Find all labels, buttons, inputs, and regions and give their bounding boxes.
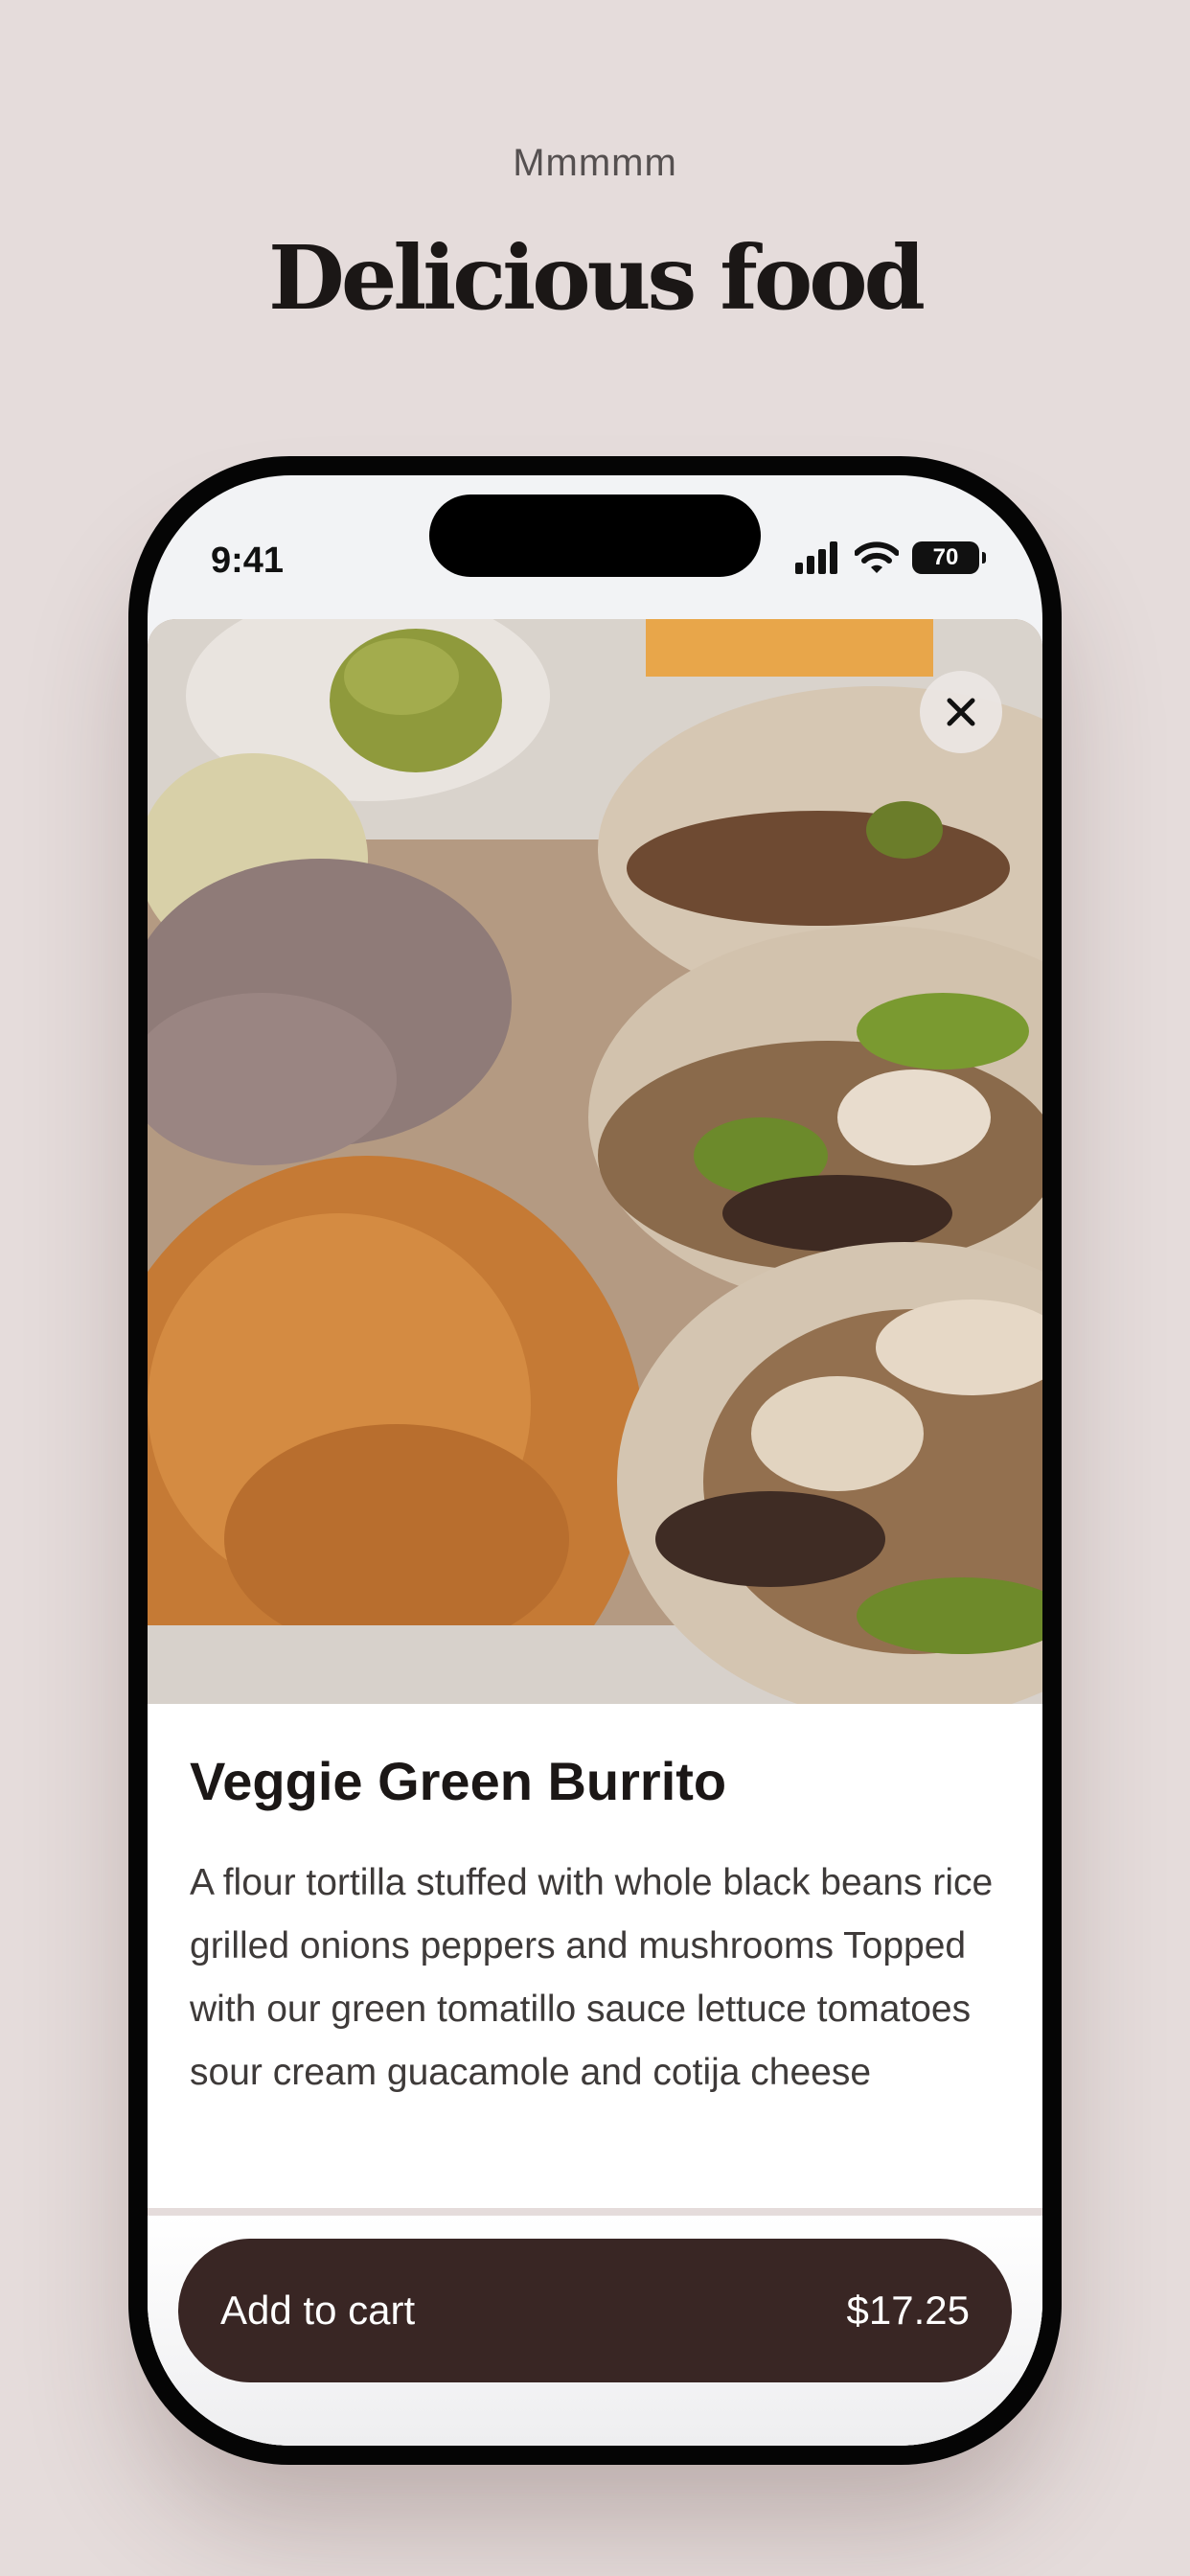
signal-icon (795, 541, 837, 574)
wifi-icon (855, 541, 899, 573)
phone-screen: 9:41 70 Veggie Green Burrito A flour tor… (148, 475, 1042, 2446)
status-time: 9:41 (211, 540, 285, 581)
add-to-cart-label: Add to cart (220, 2288, 416, 2333)
phone-frame: 9:41 70 Veggie Green Burrito A flour tor… (128, 456, 1062, 2465)
product-description: A flour tortilla stuffed with whole blac… (190, 1862, 994, 2093)
product-title: Veggie Green Burrito (190, 1751, 727, 1811)
battery-icon: 70 (912, 541, 986, 574)
eyebrow-text: Mmmmm (513, 142, 677, 184)
section-divider (148, 2208, 1042, 2216)
status-icons: 70 (793, 529, 986, 586)
close-button[interactable] (920, 671, 1002, 753)
battery-level: 70 (932, 544, 959, 570)
page-headline: Delicious food (268, 226, 926, 330)
cart-price: $17.25 (846, 2288, 970, 2333)
close-icon (947, 698, 975, 726)
add-to-cart-button[interactable]: Add to cart $17.25 (178, 2239, 1012, 2382)
product-photo (148, 619, 1042, 1704)
dynamic-island (429, 494, 761, 577)
product-sheet: Veggie Green Burrito A flour tortilla st… (148, 619, 1042, 2446)
